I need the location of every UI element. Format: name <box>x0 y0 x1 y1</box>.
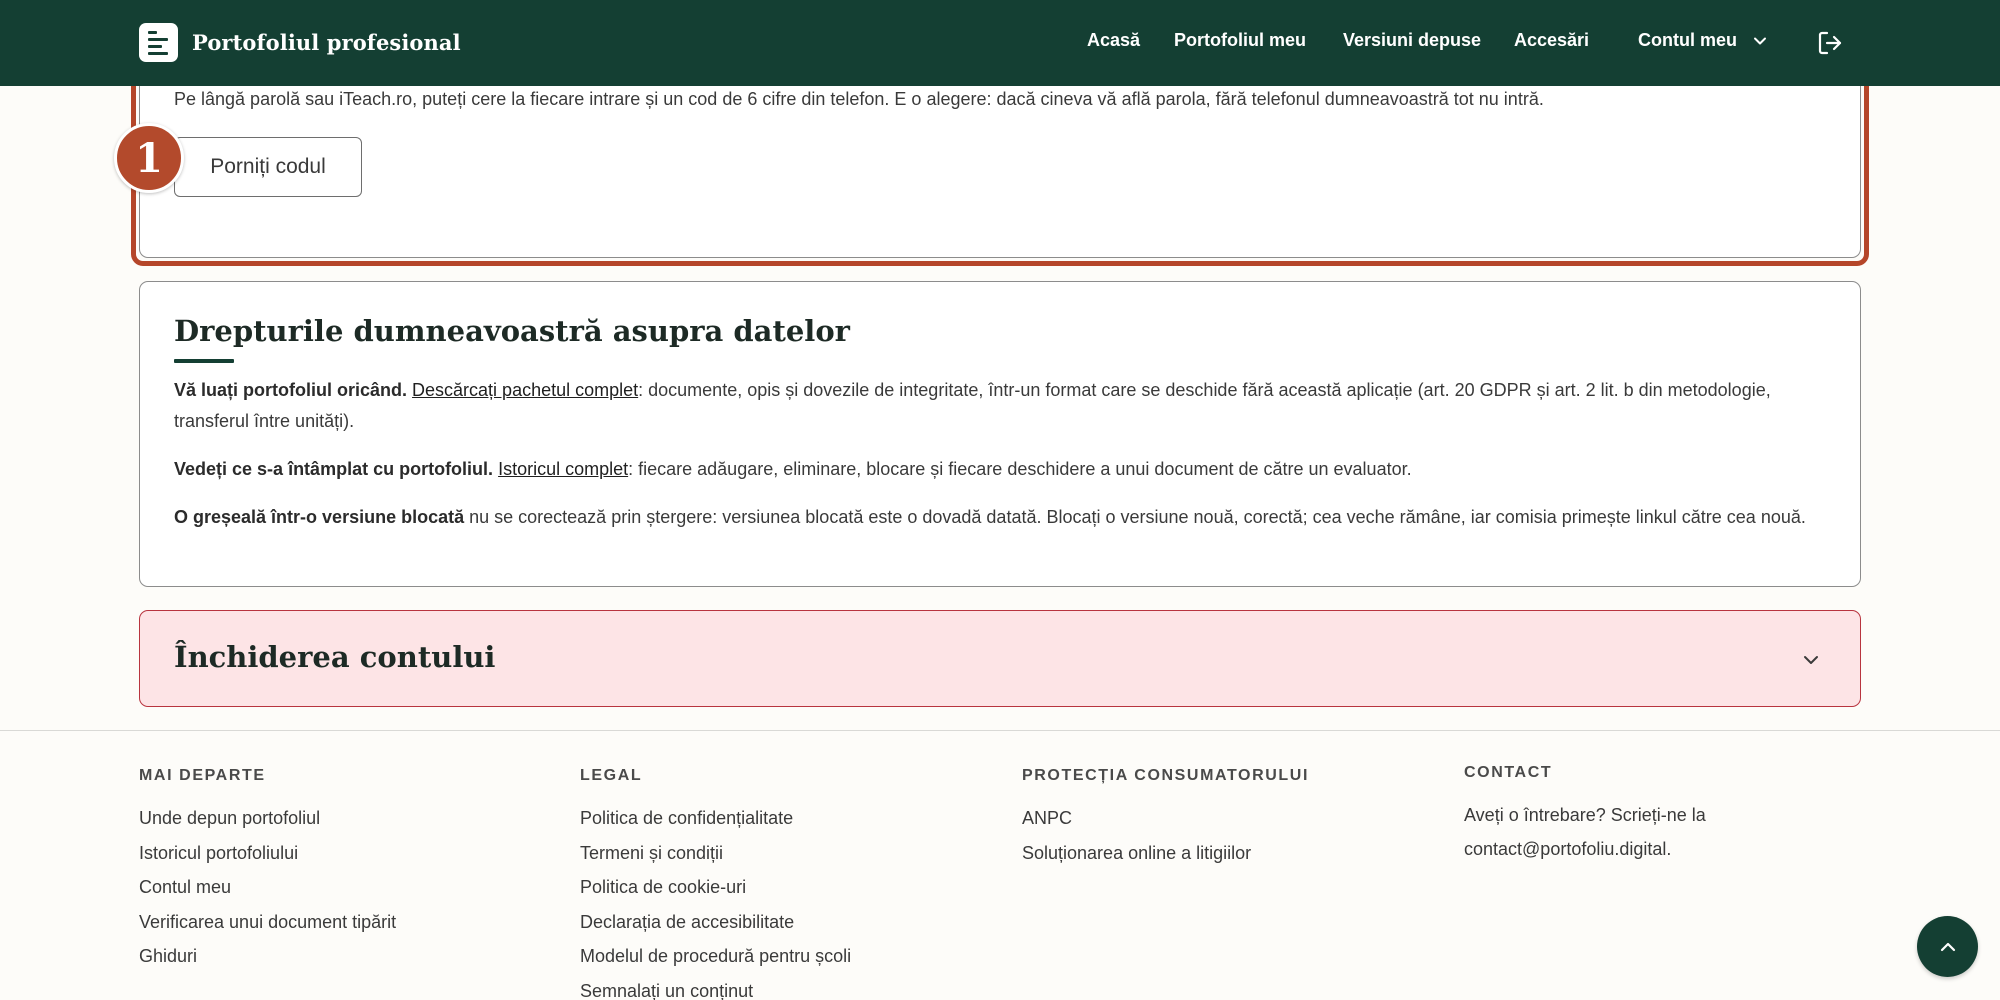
rights-locked-text: nu se corectează prin ștergere: versiune… <box>464 507 1806 527</box>
step-number-badge: 1 <box>114 123 184 193</box>
document-logo-icon <box>139 23 178 62</box>
footer-column-contact: CONTACT Aveți o întrebare? Scrieți-ne la… <box>1464 764 1794 866</box>
footer-link-accessibility[interactable]: Declarația de accesibilitate <box>580 911 851 946</box>
data-rights-card: Drepturile dumneavoastră asupra datelor … <box>139 281 1861 587</box>
brand[interactable]: Portofoliul profesional <box>139 23 461 62</box>
footer-link-guides[interactable]: Ghiduri <box>139 945 396 980</box>
scroll-to-top-button[interactable] <box>1917 916 1978 977</box>
footer-heading: CONTACT <box>1464 764 1553 781</box>
footer-link-my-account[interactable]: Contul meu <box>139 876 396 911</box>
title-underline <box>174 359 234 363</box>
footer-column-consumer: PROTECȚIA CONSUMATORULUI ANPC Soluționar… <box>1022 767 1309 876</box>
rights-download-lead: Vă luați portofoliul oricând. <box>174 380 408 400</box>
account-menu-button[interactable]: Contul meu <box>1638 30 1737 51</box>
arrow-up-icon <box>1940 942 1955 951</box>
rights-paragraph-history: Vedeți ce s-a întâmplat cu portofoliul. … <box>174 454 1834 485</box>
footer-link-where-to-submit[interactable]: Unde depun portofoliul <box>139 807 396 842</box>
footer-link-online-dispute[interactable]: Soluționarea online a litigiilor <box>1022 842 1309 877</box>
footer-link-privacy[interactable]: Politica de confidențialitate <box>580 807 851 842</box>
contact-text[interactable]: Aveți o întrebare? Scrieți-ne la contact… <box>1464 798 1794 866</box>
nav-item-home[interactable]: Acasă <box>1087 30 1140 51</box>
close-account-accordion[interactable]: Închiderea contului <box>139 610 1861 707</box>
footer-link-report-content[interactable]: Semnalați un conținut <box>580 980 851 1000</box>
rights-paragraph-download: Vă luați portofoliul oricând. Descărcați… <box>174 375 1834 437</box>
nav-item-accesses[interactable]: Accesări <box>1514 30 1589 51</box>
footer-link-portfolio-history[interactable]: Istoricul portofoliului <box>139 842 396 877</box>
footer-link-verify-document[interactable]: Verificarea unui document tipărit <box>139 911 396 946</box>
footer-column-more: MAI DEPARTE Unde depun portofoliul Istor… <box>139 767 396 980</box>
footer-heading: PROTECȚIA CONSUMATORULUI <box>1022 767 1309 784</box>
rights-paragraph-locked-version: O greșeală într-o versiune blocată nu se… <box>174 502 1834 533</box>
footer-column-legal: LEGAL Politica de confidențialitate Term… <box>580 767 851 1000</box>
data-rights-title: Drepturile dumneavoastră asupra datelor <box>174 314 850 348</box>
rights-locked-lead: O greșeală într-o versiune blocată <box>174 507 465 527</box>
chevron-down-icon[interactable] <box>1802 651 1820 669</box>
footer-link-cookies[interactable]: Politica de cookie-uri <box>580 876 851 911</box>
full-history-link[interactable]: Istoricul complet <box>498 459 628 479</box>
chevron-down-icon[interactable] <box>1752 33 1768 49</box>
rights-history-text: : fiecare adăugare, eliminare, blocare ș… <box>628 459 1412 479</box>
logout-icon[interactable] <box>1816 29 1844 57</box>
top-navigation-bar: Portofoliul profesional Acasă Portofoliu… <box>0 0 2000 86</box>
close-account-title: Închiderea contului <box>174 640 496 674</box>
footer-heading: LEGAL <box>580 767 643 784</box>
footer-link-school-procedure[interactable]: Modelul de procedură pentru școli <box>580 945 851 980</box>
nav-item-submitted-versions[interactable]: Versiuni depuse <box>1343 30 1481 51</box>
nav-item-my-portfolio[interactable]: Portofoliul meu <box>1174 30 1306 51</box>
footer-divider <box>0 730 2000 731</box>
brand-name: Portofoliul profesional <box>192 30 461 55</box>
rights-history-lead: Vedeți ce s-a întâmplat cu portofoliul. <box>174 459 494 479</box>
footer-link-anpc[interactable]: ANPC <box>1022 807 1309 842</box>
footer-heading: MAI DEPARTE <box>139 767 266 784</box>
footer-link-terms[interactable]: Termeni și condiții <box>580 842 851 877</box>
download-package-link[interactable]: Descărcați pachetul complet <box>412 380 638 400</box>
